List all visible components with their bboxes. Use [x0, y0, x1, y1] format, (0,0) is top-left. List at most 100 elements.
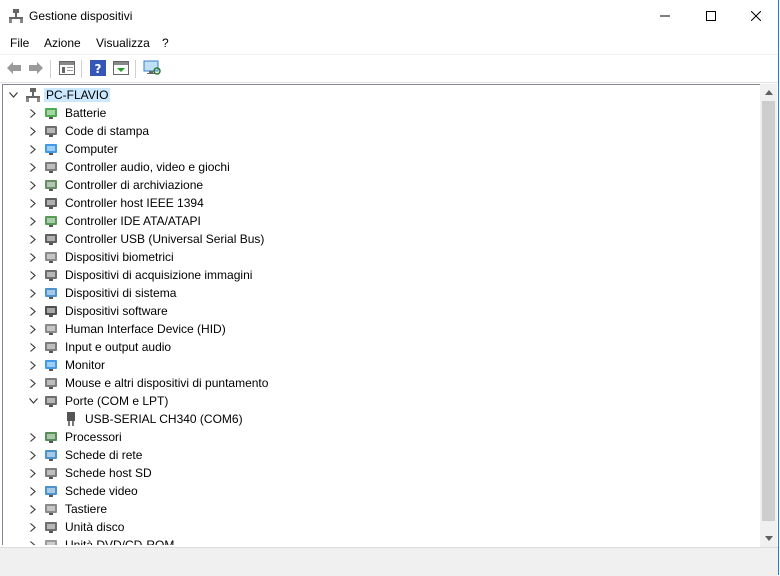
disk-drive-icon	[43, 519, 59, 535]
chevron-right-icon[interactable]	[27, 268, 39, 282]
tree-item[interactable]: Code di stampa	[3, 122, 760, 140]
tree-item[interactable]: Controller audio, video e giochi	[3, 158, 760, 176]
tree-item[interactable]: Input e output audio	[3, 338, 760, 356]
tree-item[interactable]: Unità disco	[3, 518, 760, 536]
tree-root-row[interactable]: PC-FLAVIO	[3, 86, 760, 104]
scroll-down-button[interactable]	[760, 530, 777, 547]
device-tree[interactable]: PC-FLAVIO Batterie Code di stampa Computer…	[2, 84, 760, 545]
scan-hardware-icon	[143, 60, 161, 75]
chevron-right-icon[interactable]	[27, 232, 39, 246]
tree-item[interactable]: Schede host SD	[3, 464, 760, 482]
tree-item[interactable]: Dispositivi software	[3, 302, 760, 320]
port-icon	[63, 411, 79, 427]
help-button[interactable]: ?	[88, 58, 108, 78]
update-driver-button[interactable]	[111, 58, 131, 78]
menu-azione[interactable]: Azione	[44, 36, 81, 50]
vertical-scrollbar[interactable]	[760, 84, 777, 547]
toolbar-divider	[81, 60, 82, 78]
chevron-right-icon[interactable]	[27, 448, 39, 462]
tree-item[interactable]: Unità DVD/CD-ROM	[3, 536, 760, 545]
toolbar: ?	[0, 55, 778, 83]
software-device-icon	[43, 303, 59, 319]
tree-item-label: Processori	[65, 430, 122, 444]
chevron-right-icon[interactable]	[27, 142, 39, 156]
tree-item[interactable]: Dispositivi biometrici	[3, 248, 760, 266]
tree-item[interactable]: Controller di archiviazione	[3, 176, 760, 194]
tree-child-item[interactable]: USB-SERIAL CH340 (COM6)	[3, 410, 760, 428]
dvd-icon	[43, 537, 59, 545]
scan-hardware-button[interactable]	[142, 58, 162, 78]
tree-item-label: Dispositivi software	[65, 304, 168, 318]
menu-visualizza[interactable]: Visualizza	[96, 36, 150, 50]
battery-icon	[43, 105, 59, 121]
toolbar-divider	[50, 60, 51, 78]
tree-item[interactable]: Controller IDE ATA/ATAPI	[3, 212, 760, 230]
tree-item-label: Batterie	[65, 106, 107, 120]
window-title: Gestione dispositivi	[29, 9, 133, 23]
minimize-icon	[660, 15, 670, 17]
tree-item-label: Dispositivi di acquisizione immagini	[65, 268, 253, 282]
chevron-down-icon[interactable]	[7, 88, 19, 102]
maximize-button[interactable]	[688, 0, 734, 32]
chevron-right-icon[interactable]	[27, 376, 39, 390]
scroll-up-button[interactable]	[760, 84, 777, 101]
forward-button[interactable]	[26, 58, 46, 78]
chevron-right-icon[interactable]	[27, 106, 39, 120]
network-adapter-icon	[43, 447, 59, 463]
tree-item[interactable]: Mouse e altri dispositivi di puntamento	[3, 374, 760, 392]
menu-file[interactable]: File	[10, 36, 29, 50]
chevron-right-icon[interactable]	[27, 430, 39, 444]
tree-item[interactable]: Schede di rete	[3, 446, 760, 464]
tree-item[interactable]: Tastiere	[3, 500, 760, 518]
tree-item-label: Controller IDE ATA/ATAPI	[65, 214, 201, 228]
close-icon	[751, 11, 761, 21]
chevron-right-icon[interactable]	[27, 214, 39, 228]
minimize-button[interactable]	[642, 0, 688, 32]
title-bar[interactable]: Gestione dispositivi	[0, 0, 778, 32]
back-button[interactable]	[4, 58, 24, 78]
chevron-right-icon[interactable]	[27, 178, 39, 192]
tree-item[interactable]: Monitor	[3, 356, 760, 374]
chevron-right-icon[interactable]	[27, 358, 39, 372]
toolbar-divider	[135, 60, 136, 78]
chevron-down-icon[interactable]	[27, 394, 39, 408]
system-folder-icon	[43, 285, 59, 301]
chevron-right-icon[interactable]	[27, 286, 39, 300]
tree-item-label: Controller di archiviazione	[65, 178, 204, 192]
computer-icon	[43, 141, 59, 157]
chevron-right-icon[interactable]	[27, 322, 39, 336]
chevron-right-icon[interactable]	[27, 538, 39, 545]
sd-host-icon	[43, 465, 59, 481]
chevron-right-icon[interactable]	[27, 160, 39, 174]
tree-root-label: PC-FLAVIO	[44, 88, 111, 102]
chevron-right-icon[interactable]	[27, 250, 39, 264]
scrollbar-thumb[interactable]	[762, 101, 775, 521]
tree-item[interactable]: Controller USB (Universal Serial Bus)	[3, 230, 760, 248]
chevron-right-icon[interactable]	[27, 484, 39, 498]
tree-item[interactable]: Schede video	[3, 482, 760, 500]
tree-child-label: USB-SERIAL CH340 (COM6)	[85, 412, 243, 426]
tree-item[interactable]: Computer	[3, 140, 760, 158]
tree-item[interactable]: Human Interface Device (HID)	[3, 320, 760, 338]
chevron-right-icon[interactable]	[27, 340, 39, 354]
port-icon	[43, 393, 59, 409]
tree-item[interactable]: Dispositivi di acquisizione immagini	[3, 266, 760, 284]
chevron-right-icon[interactable]	[27, 520, 39, 534]
tree-item[interactable]: Batterie	[3, 104, 760, 122]
properties-button[interactable]	[57, 58, 77, 78]
close-button[interactable]	[733, 0, 779, 32]
menu-help[interactable]: ?	[162, 36, 169, 50]
tree-item[interactable]: Porte (COM e LPT)	[3, 392, 760, 410]
chevron-right-icon[interactable]	[27, 124, 39, 138]
tree-item-label: Schede video	[65, 484, 138, 498]
tree-item[interactable]: Dispositivi di sistema	[3, 284, 760, 302]
chevron-right-icon[interactable]	[27, 196, 39, 210]
chevron-right-icon[interactable]	[27, 466, 39, 480]
tree-item[interactable]: Processori	[3, 428, 760, 446]
tree-item-label: Controller audio, video e giochi	[65, 160, 230, 174]
chevron-right-icon[interactable]	[27, 502, 39, 516]
tree-item[interactable]: Controller host IEEE 1394	[3, 194, 760, 212]
processor-icon	[43, 429, 59, 445]
tree-item-label: Dispositivi biometrici	[65, 250, 174, 264]
chevron-right-icon[interactable]	[27, 304, 39, 318]
